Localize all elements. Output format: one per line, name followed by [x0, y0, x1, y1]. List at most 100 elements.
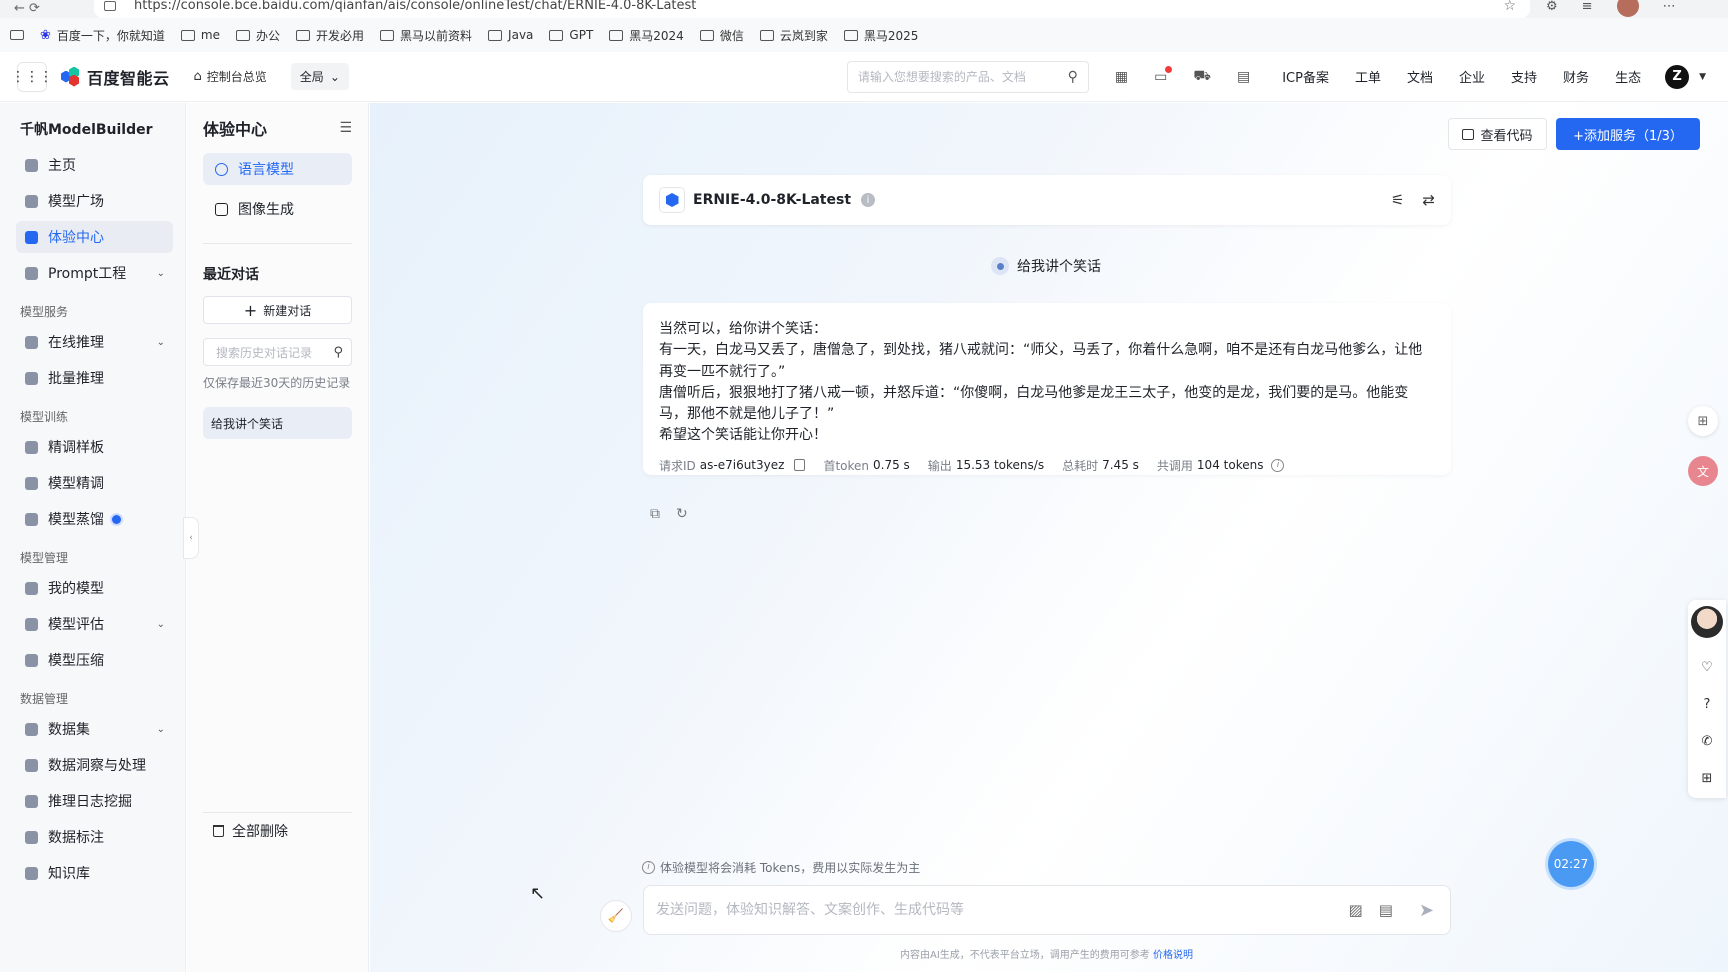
translate-icon[interactable]: 文: [1688, 456, 1718, 486]
nav-link-docs[interactable]: 文档: [1407, 67, 1433, 86]
sidebar-item-evaluation[interactable]: 模型评估 ⌄: [16, 608, 173, 640]
bookmark-folder[interactable]: 黑马以前资料: [380, 27, 472, 44]
scan-icon[interactable]: ⊞: [1688, 406, 1718, 436]
document-upload-icon[interactable]: ▤: [1379, 901, 1393, 919]
ernie-logo-icon: [659, 187, 685, 213]
copy-id-icon[interactable]: [794, 459, 806, 472]
billing-icon[interactable]: ▤: [1237, 69, 1250, 85]
chat-input[interactable]: [656, 902, 1349, 918]
settings-sliders-icon[interactable]: ⚟: [1391, 191, 1404, 209]
info-icon[interactable]: i: [861, 193, 876, 207]
nav-link-finance[interactable]: 财务: [1563, 67, 1589, 86]
extensions-icon[interactable]: ⚙: [1546, 0, 1558, 14]
browser-menu-icon[interactable]: ⋯: [1663, 0, 1676, 14]
history-search-input[interactable]: 搜索历史对话记录 ⚲: [203, 338, 352, 366]
nav-link-enterprise[interactable]: 企业: [1459, 67, 1485, 86]
nav-link-support[interactable]: 支持: [1511, 67, 1537, 86]
message-icon[interactable]: ▭: [1154, 65, 1173, 85]
fold-panel-icon[interactable]: ☰: [339, 120, 352, 136]
sidebar-item-batch-inference[interactable]: 批量推理: [16, 362, 173, 394]
app-grid-icon[interactable]: ⋮⋮⋮: [11, 61, 53, 92]
new-chat-button[interactable]: + 新建对话: [203, 296, 352, 324]
sidebar-item-fine-tune[interactable]: 模型精调: [16, 467, 173, 499]
sidebar-item-knowledge-base[interactable]: 知识库: [16, 857, 173, 889]
history-note: 仅保存最近30天的历史记录: [203, 376, 351, 390]
view-code-button[interactable]: 查看代码: [1448, 118, 1547, 150]
bookmark-folder[interactable]: 黑马2024: [609, 27, 684, 44]
clear-context-icon[interactable]: 🧹: [600, 900, 632, 932]
apps-icon[interactable]: ⊞: [1702, 771, 1713, 786]
sidebar-item-model-square[interactable]: 模型广场: [16, 185, 173, 217]
nav-link-ticket[interactable]: 工单: [1355, 67, 1381, 86]
model-name[interactable]: ERNIE-4.0-8K-Latest: [693, 192, 851, 208]
brand-logo[interactable]: 百度智能云: [61, 65, 170, 89]
tab-language-model[interactable]: 语言模型: [203, 153, 352, 185]
model-header-card: ERNIE-4.0-8K-Latest i ⚟ ⇄: [643, 175, 1451, 225]
cart-icon[interactable]: ⛟: [1193, 68, 1211, 86]
sidebar-item-home[interactable]: 主页: [16, 149, 173, 181]
total-tokens-label: 共调用: [1156, 458, 1193, 473]
sidebar-item-distill[interactable]: 模型蒸馏: [16, 503, 173, 535]
console-header: ⋮⋮⋮ 百度智能云 ⌂ 控制台总览 全局 ⌄ 请输入您想要搜索的产品、文档 ⚲ …: [0, 52, 1728, 102]
sidebar-item-experience[interactable]: 体验中心: [16, 221, 173, 253]
copy-icon[interactable]: ⧉: [650, 506, 660, 522]
console-overview-link[interactable]: ⌂ 控制台总览: [194, 68, 267, 85]
switch-model-icon[interactable]: ⇄: [1422, 191, 1435, 209]
tab-search-icon[interactable]: ≡: [1582, 0, 1593, 14]
bookmark-folder[interactable]: 微信: [699, 27, 744, 44]
folder-icon: [380, 29, 395, 41]
bookmark-star-icon[interactable]: ☆: [1503, 0, 1516, 14]
sidebar-item-compress[interactable]: 模型压缩: [16, 644, 173, 676]
sidebar-item-annotation[interactable]: 数据标注: [16, 821, 173, 853]
tab-image-generation[interactable]: 图像生成: [203, 193, 352, 225]
bookmark-folder[interactable]: GPT: [549, 28, 593, 42]
send-icon[interactable]: ➤: [1419, 900, 1434, 921]
browser-nav-buttons[interactable]: ← ⟳: [14, 2, 74, 15]
bookmark-folder[interactable]: 黑马2025: [843, 27, 918, 44]
bookmark-baidu[interactable]: ❀ 百度一下，你就知道: [40, 27, 165, 44]
qrcode-icon[interactable]: ▦: [1115, 69, 1128, 85]
user-menu-caret-icon[interactable]: ▼: [1699, 72, 1706, 82]
request-id-label: 请求ID: [659, 458, 696, 473]
region-select[interactable]: 全局 ⌄: [290, 63, 349, 90]
site-info-icon[interactable]: [104, 1, 116, 11]
folder-icon: [296, 29, 311, 41]
user-avatar[interactable]: Z: [1665, 64, 1690, 89]
chat-input-box[interactable]: ▨ ▤ ➤: [643, 885, 1451, 935]
image-upload-icon[interactable]: ▨: [1349, 901, 1363, 919]
phone-icon[interactable]: ✆: [1702, 734, 1713, 749]
sidebar-item-prompt[interactable]: Prompt工程 ⌄: [16, 257, 173, 289]
history-item[interactable]: 给我讲个笑话: [203, 407, 352, 439]
nav-link-icp[interactable]: ICP备案: [1282, 67, 1329, 86]
sidebar-item-online-inference[interactable]: 在线推理 ⌄: [16, 326, 173, 358]
pricing-link[interactable]: 价格说明: [1153, 950, 1193, 961]
help-icon[interactable]: ?: [1704, 697, 1711, 712]
sidebar-item-tuning-template[interactable]: 精调样板: [16, 431, 173, 463]
sidebar-item-my-models[interactable]: 我的模型: [16, 572, 173, 604]
add-service-button[interactable]: +添加服务（1/3）: [1556, 118, 1700, 150]
cast-icon[interactable]: [10, 30, 24, 40]
info-icon[interactable]: i: [1271, 458, 1285, 472]
global-search-input[interactable]: 请输入您想要搜索的产品、文档 ⚲: [846, 60, 1089, 93]
regenerate-icon[interactable]: ↻: [676, 506, 688, 522]
address-bar[interactable]: https://console.bce.baidu.com/qianfan/ai…: [94, 0, 1530, 18]
fine-tune-icon: [25, 476, 38, 490]
profile-avatar[interactable]: [1616, 0, 1639, 17]
nav-link-ecosystem[interactable]: 生态: [1615, 67, 1641, 86]
sidebar-item-datasets[interactable]: 数据集 ⌄: [16, 713, 173, 745]
timer-badge[interactable]: 02:27: [1548, 841, 1594, 887]
bookmark-folder[interactable]: 办公: [236, 27, 280, 44]
sidebar-item-log-mining[interactable]: 推理日志挖掘: [16, 785, 173, 817]
bookmark-folder[interactable]: 云岚到家: [759, 27, 828, 44]
home-icon: ⌂: [193, 69, 202, 84]
sidebar-item-data-insight[interactable]: 数据洞察与处理: [16, 749, 173, 781]
bookmark-folder[interactable]: me: [180, 28, 220, 42]
collapse-sidebar-handle[interactable]: ‹: [183, 517, 199, 559]
bookmark-folder[interactable]: 开发必用: [296, 27, 364, 44]
support-agent-avatar[interactable]: [1691, 606, 1723, 638]
search-icon[interactable]: ⚲: [1068, 69, 1078, 85]
bookmark-folder[interactable]: Java: [488, 28, 533, 42]
search-icon[interactable]: ⚲: [333, 345, 343, 360]
delete-all-button[interactable]: 全部删除: [203, 812, 352, 841]
favorite-icon[interactable]: ♡: [1701, 660, 1713, 675]
